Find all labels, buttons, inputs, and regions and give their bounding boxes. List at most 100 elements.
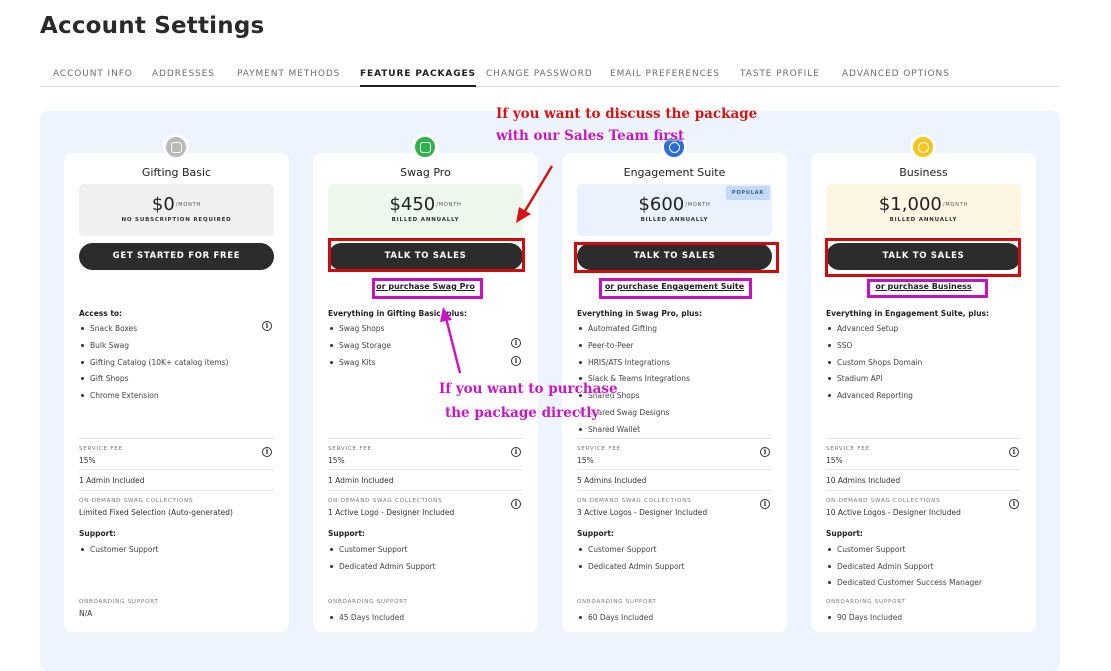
plan-name: Gifting Basic [141, 166, 212, 179]
list-item: Swag Shops [328, 324, 528, 341]
support-list: Customer Support Dedicated Admin Support [577, 545, 685, 578]
service-fee-label: SERVICE FEE [577, 446, 621, 452]
purchase-annotation-line1: If you want to purchase [439, 381, 618, 397]
tab-feature-packages[interactable]: FEATURE PACKAGES [360, 69, 476, 87]
collections-label: ON-DEMAND SWAG COLLECTIONS [826, 498, 941, 504]
list-item: Customer Support [577, 545, 685, 562]
onboarding-label: ONBOARDING SUPPORT [328, 599, 408, 605]
list-item: Advanced Setup [826, 324, 1026, 341]
sales-annotation-line2: with our Sales Team first [496, 128, 685, 144]
plan-card-business: Business $1,000/MONTH BILLED ANNUALLY TA… [811, 134, 1036, 632]
list-item: Chrome Extension [79, 391, 279, 408]
list-item: Swag Storage [328, 341, 528, 358]
onboarding-label: ONBOARDING SUPPORT [79, 599, 159, 605]
onboarding-value: 90 Days Included [826, 613, 902, 622]
list-item: Customer Support [328, 545, 436, 562]
list-item: Swag Kits [328, 358, 528, 375]
price: $1,000/MONTH [878, 194, 969, 215]
plan-name: Engagement Suite [623, 166, 726, 179]
purchase-highlight-box [372, 278, 483, 299]
price-box: $450/MONTH BILLED ANNUALLY [328, 184, 523, 236]
features-title: Access to: [79, 309, 123, 318]
sales-annotation-line1: If you want to discuss the package [496, 106, 758, 122]
onboarding-label: ONBOARDING SUPPORT [577, 599, 657, 605]
purchase-highlight-box [599, 278, 752, 299]
divider [79, 438, 274, 439]
info-icon[interactable]: i [511, 338, 521, 348]
plan-name: Business [899, 166, 948, 179]
tab-email-preferences[interactable]: EMAIL PREFERENCES [610, 69, 720, 79]
list-item: Stadium API [826, 374, 1026, 391]
admins-value: 5 Admins Included [577, 476, 647, 485]
sales-highlight-box [825, 238, 1021, 277]
info-icon[interactable]: i [1009, 499, 1019, 509]
sales-highlight-box [328, 238, 525, 272]
tab-change-password[interactable]: CHANGE PASSWORD [486, 69, 593, 79]
get-started-button[interactable]: GET STARTED FOR FREE [79, 243, 274, 270]
onboarding-list: 60 Days Included [577, 613, 653, 622]
tab-advanced-options[interactable]: ADVANCED OPTIONS [842, 69, 950, 79]
onboarding-value: N/A [79, 609, 93, 618]
support-title: Support: [79, 529, 116, 538]
price: $0/MONTH [151, 194, 202, 215]
list-item: Shared Swag Designs [577, 408, 777, 425]
list-item: HRIS/ATS Integrations [577, 358, 777, 375]
tab-addresses[interactable]: ADDRESSES [152, 69, 215, 79]
divider [826, 490, 1021, 491]
onboarding-list: 90 Days Included [826, 613, 902, 622]
info-icon[interactable]: i [511, 499, 521, 509]
list-item: Snack Boxes [79, 324, 279, 341]
support-list: Customer Support Dedicated Admin Support [328, 545, 436, 578]
features-list: Swag Shops Swag Storage Swag Kits [328, 324, 528, 374]
support-title: Support: [826, 529, 863, 538]
tab-payment-methods[interactable]: PAYMENT METHODS [237, 69, 340, 79]
info-icon[interactable]: i [262, 321, 272, 331]
divider [79, 469, 274, 470]
list-item: Dedicated Admin Support [826, 562, 982, 579]
features-title: Everything in Swag Pro, plus: [577, 309, 702, 318]
tshirt-icon [412, 134, 438, 160]
collections-value: 3 Active Logos - Designer Included [577, 508, 708, 517]
price: $600/MONTH [638, 194, 711, 215]
info-icon[interactable]: i [760, 499, 770, 509]
list-item: Peer-to-Peer [577, 341, 777, 358]
divider [79, 490, 274, 491]
list-item: Bulk Swag [79, 341, 279, 358]
purchase-annotation-line2: the package directly [445, 405, 600, 421]
support-list: Customer Support [79, 545, 158, 562]
service-fee-label: SERVICE FEE [328, 446, 372, 452]
admins-value: 1 Admin Included [79, 476, 145, 485]
price-note: BILLED ANNUALLY [889, 217, 958, 223]
tab-taste-profile[interactable]: TASTE PROFILE [740, 69, 820, 79]
tab-account-info[interactable]: ACCOUNT INFO [53, 69, 133, 79]
page-title: Account Settings [40, 13, 265, 39]
collections-label: ON-DEMAND SWAG COLLECTIONS [328, 498, 443, 504]
list-item: Automated Gifting [577, 324, 777, 341]
list-item: Customer Support [79, 545, 158, 562]
collections-value: Limited Fixed Selection (Auto-generated) [79, 508, 233, 517]
purchase-highlight-box [867, 279, 988, 298]
info-icon[interactable]: i [511, 356, 521, 366]
info-icon[interactable]: i [511, 447, 521, 457]
list-item: Gift Shops [79, 374, 279, 391]
info-icon[interactable]: i [262, 447, 272, 457]
list-item: Shared Wallet [577, 425, 777, 442]
collections-value: 1 Active Logo - Designer Included [328, 508, 455, 517]
sales-highlight-box [574, 242, 779, 273]
service-fee-value: 15% [577, 456, 594, 465]
admins-value: 1 Admin Included [328, 476, 394, 485]
collections-value: 10 Active Logos - Designer Included [826, 508, 961, 517]
collections-label: ON-DEMAND SWAG COLLECTIONS [577, 498, 692, 504]
divider [577, 490, 772, 491]
price: $450/MONTH [389, 194, 462, 215]
service-fee-value: 15% [79, 456, 96, 465]
info-icon[interactable]: i [760, 447, 770, 457]
list-item: Customer Support [826, 545, 982, 562]
briefcase-icon [910, 134, 936, 160]
features-title: Everything in Engagement Suite, plus: [826, 309, 989, 318]
plan-name: Swag Pro [400, 166, 451, 179]
info-icon[interactable]: i [1009, 447, 1019, 457]
price-note: BILLED ANNUALLY [391, 217, 460, 223]
features-list: Snack Boxes Bulk Swag Gifting Catalog (1… [79, 324, 279, 408]
price-box: $1,000/MONTH BILLED ANNUALLY [826, 184, 1021, 236]
